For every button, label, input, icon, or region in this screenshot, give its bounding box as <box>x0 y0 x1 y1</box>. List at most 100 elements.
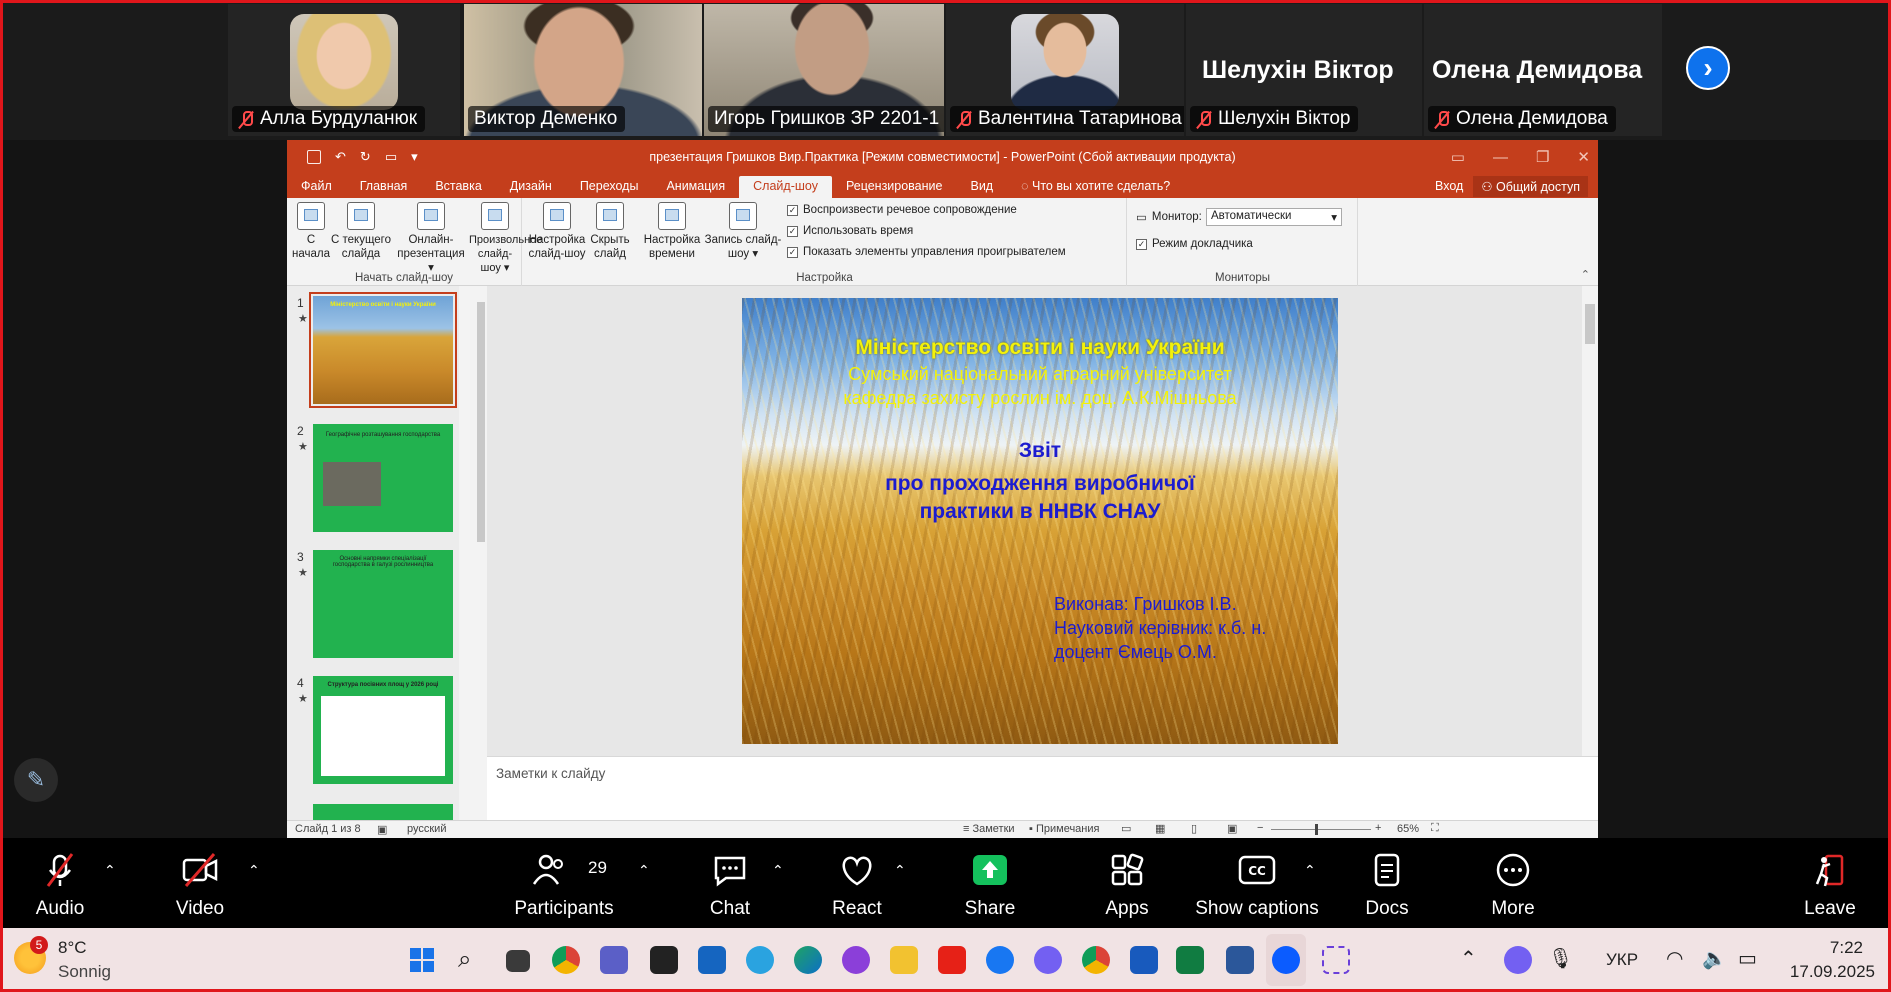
start-icon[interactable] <box>408 946 436 974</box>
close-icon[interactable]: ✕ <box>1577 148 1590 166</box>
tab-file[interactable]: Файл <box>287 176 346 198</box>
ribbon-display-icon[interactable]: ▭ <box>1451 148 1465 166</box>
thumbnails-scrollbar[interactable] <box>474 286 488 820</box>
excel-icon[interactable] <box>1176 946 1204 974</box>
gallery-next-button[interactable]: › <box>1686 46 1730 90</box>
slide-thumbnail-2[interactable]: 2 ★ Географічне розташування господарств… <box>297 424 453 532</box>
spellcheck-icon[interactable]: ▣ <box>377 823 387 836</box>
comments-toggle[interactable]: ▪ Примечания <box>1029 823 1099 835</box>
file-explorer-icon[interactable] <box>890 946 918 974</box>
participants-options-chevron-icon[interactable]: ⌃ <box>638 862 650 879</box>
docs-button[interactable]: Docs <box>1354 838 1420 928</box>
slide-thumbnail-5[interactable]: 5 <box>313 804 453 820</box>
reading-view-icon[interactable]: ▯ <box>1191 822 1197 835</box>
normal-view-icon[interactable]: ▭ <box>1121 822 1131 835</box>
minimize-icon[interactable]: — <box>1493 149 1508 166</box>
monitor-select[interactable]: Автоматически ▾ <box>1206 208 1342 226</box>
participant-tile-3[interactable]: Игорь Гришков ЗР 2201-1 <box>704 4 944 136</box>
video-options-chevron-icon[interactable]: ⌃ <box>248 862 260 879</box>
tab-insert[interactable]: Вставка <box>421 176 495 198</box>
chat-options-chevron-icon[interactable]: ⌃ <box>772 862 784 879</box>
fit-to-window-icon[interactable]: ⛶ <box>1431 822 1439 835</box>
store-icon[interactable] <box>698 946 726 974</box>
browser-icon[interactable] <box>842 946 870 974</box>
slide-sorter-icon[interactable]: ▦ <box>1155 822 1165 835</box>
zoom-icon[interactable] <box>1272 946 1300 974</box>
presenter-view-checkbox[interactable]: ✓ Режим докладчика <box>1136 238 1253 250</box>
notes-toggle[interactable]: ≡ Заметки <box>963 823 1015 835</box>
viber-tray-icon[interactable] <box>1504 946 1532 974</box>
react-options-chevron-icon[interactable]: ⌃ <box>894 862 906 879</box>
video-button[interactable]: Video <box>162 838 238 928</box>
viber-icon[interactable] <box>1034 946 1062 974</box>
react-button[interactable]: React <box>822 838 892 928</box>
weather-temperature[interactable]: 8°C <box>58 938 87 958</box>
show-media-controls-checkbox[interactable]: ✓ Показать элементы управления проигрыват… <box>787 246 1066 258</box>
setup-slideshow-button[interactable]: Настройка слайд-шоу <box>527 202 587 261</box>
from-current-button[interactable]: С текущего слайда <box>331 202 391 261</box>
wifi-icon[interactable]: ◠ <box>1666 946 1683 971</box>
hide-slide-button[interactable]: Скрыть слайд <box>587 202 633 261</box>
share-button[interactable]: ⚇ Общий доступ <box>1473 175 1588 197</box>
task-view-icon[interactable] <box>506 950 530 972</box>
slide-scrollbar[interactable] <box>1582 286 1598 756</box>
use-timings-checkbox[interactable]: ✓ Использовать время <box>787 225 913 237</box>
notes-pane[interactable]: Заметки к слайду <box>487 756 1598 820</box>
collapse-ribbon-icon[interactable]: ⌃ <box>1581 268 1590 281</box>
present-online-button[interactable]: Онлайн- презентация ▾ <box>395 202 467 275</box>
slide-thumbnail-4[interactable]: 4 ★ Структура посівних площ у 2026 році <box>297 676 453 784</box>
from-beginning-button[interactable]: С начала <box>291 202 331 261</box>
battery-icon[interactable]: ▭ <box>1738 946 1757 971</box>
tab-view[interactable]: Вид <box>956 176 1007 198</box>
audio-options-chevron-icon[interactable]: ⌃ <box>104 862 116 879</box>
chrome-icon[interactable] <box>552 946 580 974</box>
telegram-icon[interactable] <box>746 946 774 974</box>
apps-button[interactable]: Apps <box>1092 838 1162 928</box>
slide-thumbnail-3[interactable]: 3 ★ Основні напрямки спеціалізації госпо… <box>297 550 453 658</box>
zoom-level[interactable]: 65% <box>1397 823 1419 835</box>
zoom-out-icon[interactable]: − <box>1257 822 1263 834</box>
facebook-icon[interactable] <box>986 946 1014 974</box>
tab-animations[interactable]: Анимация <box>652 176 739 198</box>
language-indicator[interactable]: русский <box>407 823 446 835</box>
maximize-icon[interactable]: ❐ <box>1536 148 1549 166</box>
current-slide[interactable]: Міністерство освіти і науки України Сумс… <box>742 298 1338 744</box>
chrome-profile-icon[interactable] <box>1082 946 1110 974</box>
tab-home[interactable]: Главная <box>346 176 422 198</box>
word-icon[interactable] <box>1130 946 1158 974</box>
input-language[interactable]: УКР <box>1606 950 1638 970</box>
scroll-thumb[interactable] <box>477 302 485 542</box>
clock-time[interactable]: 7:22 <box>1830 938 1863 958</box>
tab-transitions[interactable]: Переходы <box>566 176 653 198</box>
teams-icon[interactable] <box>600 946 628 974</box>
participants-button[interactable]: 29 Participants <box>512 838 616 928</box>
clock-date[interactable]: 17.09.2025 <box>1790 962 1875 982</box>
zoom-slider-thumb[interactable] <box>1315 824 1318 835</box>
slide-thumbnail-1[interactable]: 1 ★ Міністерство освіти і науки України <box>297 292 457 408</box>
mic-location-icon[interactable]: 🎙 <box>1548 946 1573 971</box>
volume-icon[interactable]: 🔈 <box>1702 946 1727 971</box>
youtube-icon[interactable] <box>938 946 966 974</box>
chat-button[interactable]: Chat <box>694 838 766 928</box>
annotate-button[interactable]: ✎ <box>14 758 58 802</box>
tab-slideshow[interactable]: Слайд-шоу <box>739 176 832 198</box>
record-slideshow-button[interactable]: Запись слайд- шоу ▾ <box>703 202 783 261</box>
zoom-slider[interactable] <box>1271 829 1371 830</box>
scroll-thumb[interactable] <box>1585 304 1595 344</box>
show-hidden-icons-icon[interactable]: ⌃ <box>1460 946 1477 971</box>
snipping-tool-icon[interactable] <box>1322 946 1350 974</box>
show-captions-button[interactable]: CC Show captions <box>1192 838 1322 928</box>
slideshow-view-icon[interactable]: ▣ <box>1227 822 1237 835</box>
custom-slideshow-button[interactable]: Произвольное слайд-шоу ▾ <box>469 202 542 275</box>
word-doc-icon[interactable] <box>1226 946 1254 974</box>
more-button[interactable]: More <box>1478 838 1548 928</box>
edge-icon[interactable] <box>794 946 822 974</box>
participant-tile-4[interactable]: Валентина Татаринова <box>946 4 1184 136</box>
search-icon[interactable]: ⌕ <box>458 946 486 974</box>
participant-tile-6[interactable]: Олена Демидова Олена Демидова <box>1424 4 1662 136</box>
captions-options-chevron-icon[interactable]: ⌃ <box>1304 862 1316 879</box>
tab-review[interactable]: Рецензирование <box>832 176 957 198</box>
leave-button[interactable]: Leave <box>1794 838 1866 928</box>
weather-condition[interactable]: Sonnig <box>58 962 111 982</box>
participant-tile-1[interactable]: Алла Бурдуланюк <box>228 4 460 136</box>
